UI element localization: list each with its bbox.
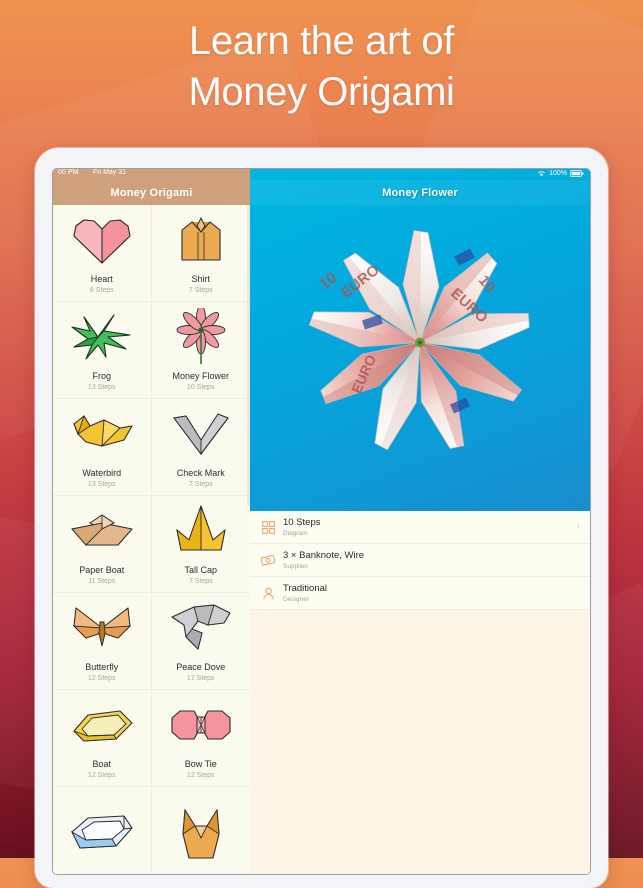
list-item-name: Peace Dove [176, 662, 226, 672]
detail-empty-area [250, 610, 590, 710]
battery-icon [570, 170, 584, 177]
list-item[interactable] [151, 787, 251, 874]
banknote-icon [256, 554, 280, 567]
detail-status-bar: 100% [537, 170, 584, 177]
sidebar-status-bar: 00 PM Fri May 31 [53, 169, 250, 180]
sidebar-header: Money Origami [53, 180, 250, 205]
money-flower-photo: 100% Money Flower EURO EURO EURO 10 10 [250, 169, 590, 511]
list-item-name: Money Flower [172, 371, 230, 381]
list-item-name: Tall Cap [184, 565, 217, 575]
origami-grid: Heart 6 Steps Shirt 7 Steps Frog 13 Step… [53, 205, 250, 874]
checkmark-origami-icon [152, 399, 251, 468]
sidebar: 00 PM Fri May 31 Money Origami Heart 6 S… [53, 169, 250, 874]
list-item-steps: 17 Steps [186, 675, 215, 682]
list-item-steps: 7 Steps [188, 578, 213, 585]
list-item[interactable]: Frog 13 Steps [53, 302, 152, 399]
list-item-name: Paper Boat [79, 565, 125, 575]
list-item-name: Boat [92, 759, 111, 769]
list-item-name: Butterfly [85, 662, 119, 672]
list-item-name: Shirt [191, 274, 210, 284]
list-item[interactable]: Paper Boat 11 Steps [53, 496, 152, 593]
chevron-right-icon[interactable]: › [577, 522, 580, 532]
shirt-origami-icon [152, 205, 251, 274]
list-item[interactable]: Heart 6 Steps [53, 205, 152, 302]
headline: Learn the art of Money Origami [0, 16, 643, 118]
list-item[interactable]: Waterbird 13 Steps [53, 399, 152, 496]
info-row-title: 3 × Banknote, Wire [283, 549, 365, 561]
list-item-name: Waterbird [82, 468, 122, 478]
list-item[interactable]: Peace Dove 17 Steps [151, 593, 251, 690]
list-item-steps: 13 Steps [87, 481, 116, 488]
list-item-steps: 7 Steps [188, 481, 213, 488]
list-item[interactable]: Butterfly 12 Steps [53, 593, 152, 690]
dove-origami-icon [152, 593, 251, 662]
info-row-title: Traditional [283, 582, 328, 594]
bowtie-origami-icon [152, 690, 251, 759]
flower-origami-icon [152, 302, 251, 371]
list-item-steps: 13 Steps [87, 384, 116, 391]
list-item[interactable]: Bow Tie 12 Steps [151, 690, 251, 787]
status-date: Fri May 31 [93, 169, 127, 176]
info-row-diagram[interactable]: 10 Steps Diagram › [250, 511, 590, 544]
tallcap-origami-icon [152, 496, 251, 565]
info-row-sub: Supplies [283, 562, 308, 570]
list-item-steps: 12 Steps [186, 772, 215, 779]
info-row-sub: Diagram [283, 529, 308, 537]
list-item[interactable]: Boat 12 Steps [53, 690, 152, 787]
headline-line-2: Money Origami [188, 70, 455, 114]
person-icon [256, 587, 280, 600]
fox-origami-icon [152, 787, 251, 874]
list-item[interactable]: Shirt 7 Steps [151, 205, 251, 302]
list-item-name: Check Mark [176, 468, 225, 478]
waterbird-origami-icon [53, 399, 151, 468]
frog-origami-icon [53, 302, 151, 371]
list-item-steps: 12 Steps [87, 772, 116, 779]
list-item[interactable] [53, 787, 152, 874]
detail-info-rows: 10 Steps Diagram › 3 × Banknote, Wire Su… [250, 511, 590, 610]
list-item[interactable]: Check Mark 7 Steps [151, 399, 251, 496]
headline-line-1: Learn the art of [189, 19, 454, 63]
info-row-supplies[interactable]: 3 × Banknote, Wire Supplies [250, 544, 590, 577]
detail-title: Money Flower [382, 186, 458, 199]
boat-origami-icon [53, 690, 151, 759]
list-item-name: Heart [90, 274, 113, 284]
info-row-designer[interactable]: Traditional Designer [250, 577, 590, 610]
list-item-steps: 12 Steps [87, 675, 116, 682]
status-time: 00 PM [58, 169, 79, 176]
detail-header: Money Flower [250, 180, 590, 205]
list-item-steps: 7 Steps [188, 287, 213, 294]
box-origami-icon [53, 787, 151, 874]
grid-icon [256, 520, 280, 534]
list-item[interactable]: Money Flower 10 Steps [151, 302, 251, 399]
paperboat-origami-icon [53, 496, 151, 565]
battery-percent: 100% [549, 170, 567, 177]
svg-text:10: 10 [316, 269, 341, 293]
flower-photo-graphic: EURO EURO EURO 10 10 [291, 214, 549, 477]
list-item-steps: 11 Steps [88, 578, 116, 585]
tablet-screen: 00 PM Fri May 31 Money Origami Heart 6 S… [53, 169, 590, 874]
wifi-icon [538, 171, 546, 177]
butterfly-origami-icon [53, 593, 151, 662]
sidebar-title: Money Origami [110, 186, 193, 199]
list-item[interactable]: Tall Cap 7 Steps [151, 496, 251, 593]
list-item-name: Frog [92, 371, 111, 381]
detail-panel: 100% Money Flower EURO EURO EURO 10 10 1… [250, 169, 590, 874]
heart-origami-icon [53, 205, 151, 274]
list-item-steps: 6 Steps [89, 287, 114, 294]
list-item-steps: 10 Steps [186, 384, 215, 391]
list-item-name: Bow Tie [184, 759, 217, 769]
info-row-title: 10 Steps [283, 516, 321, 528]
tablet-device: 00 PM Fri May 31 Money Origami Heart 6 S… [35, 148, 608, 888]
info-row-sub: Designer [283, 595, 310, 603]
